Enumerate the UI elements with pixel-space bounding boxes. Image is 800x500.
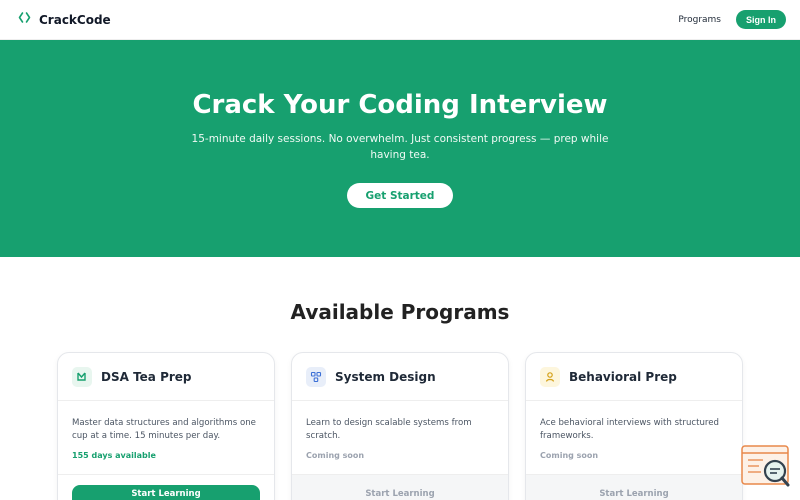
nav-actions: Programs Sign In xyxy=(678,10,786,29)
brand-name: CrackCode xyxy=(39,12,111,27)
program-card-dsa[interactable]: DSA Tea Prep Master data structures and … xyxy=(57,352,275,500)
card-header: Behavioral Prep xyxy=(526,353,742,401)
start-learning-button[interactable]: Start Learning xyxy=(72,485,260,500)
card-header: System Design xyxy=(292,353,508,401)
sign-in-button[interactable]: Sign In xyxy=(736,10,786,29)
top-nav: CrackCode Programs Sign In xyxy=(0,0,800,40)
card-availability: Coming soon xyxy=(540,451,599,460)
system-diagram-icon xyxy=(306,366,326,387)
card-header: DSA Tea Prep xyxy=(58,353,274,401)
hero-subtitle: 15-minute daily sessions. No overwhelm. … xyxy=(191,133,609,161)
card-title: DSA Tea Prep xyxy=(101,369,192,384)
tea-cup-icon xyxy=(72,366,92,387)
card-availability: 155 days available xyxy=(72,451,156,460)
get-started-button[interactable]: Get Started xyxy=(347,183,453,208)
hero-title: Crack Your Coding Interview xyxy=(192,90,608,120)
card-footer: Start Learning xyxy=(58,474,274,500)
card-title: System Design xyxy=(335,369,436,384)
program-card-system-design[interactable]: System Design Learn to design scalable s… xyxy=(291,352,509,500)
hero-section: Crack Your Coding Interview 15-minute da… xyxy=(0,40,800,257)
document-search-icon[interactable] xyxy=(741,445,791,489)
card-description: Ace behavioral interviews with structure… xyxy=(540,418,720,441)
card-body: Master data structures and algorithms on… xyxy=(58,401,274,460)
program-cards: DSA Tea Prep Master data structures and … xyxy=(57,352,743,500)
person-icon xyxy=(540,366,560,387)
card-body: Ace behavioral interviews with structure… xyxy=(526,401,742,460)
brand[interactable]: CrackCode xyxy=(18,11,111,28)
card-description: Learn to design scalable systems from sc… xyxy=(306,418,472,441)
card-description: Master data structures and algorithms on… xyxy=(72,418,256,441)
nav-link-programs[interactable]: Programs xyxy=(678,15,721,25)
card-footer: Start Learning xyxy=(526,474,742,500)
start-learning-button[interactable]: Start Learning xyxy=(306,485,494,500)
code-brackets-icon xyxy=(18,11,31,28)
start-learning-button[interactable]: Start Learning xyxy=(540,485,728,500)
card-availability: Coming soon xyxy=(306,451,365,460)
card-title: Behavioral Prep xyxy=(569,369,677,384)
programs-heading: Available Programs xyxy=(290,300,510,324)
card-footer: Start Learning xyxy=(292,474,508,500)
card-body: Learn to design scalable systems from sc… xyxy=(292,401,508,460)
program-card-behavioral[interactable]: Behavioral Prep Ace behavioral interview… xyxy=(525,352,743,500)
